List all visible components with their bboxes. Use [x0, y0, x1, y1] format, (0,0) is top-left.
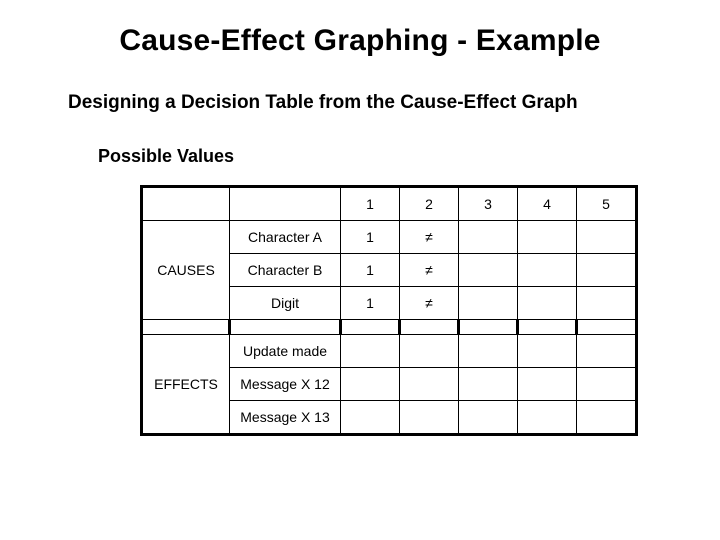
- cell: [459, 287, 518, 320]
- cell: [577, 287, 637, 320]
- cell: [459, 221, 518, 254]
- cell: ≠: [400, 221, 459, 254]
- cell: ≠: [400, 254, 459, 287]
- spacer-row: [142, 320, 637, 335]
- col-header: 3: [459, 187, 518, 221]
- cell: [400, 368, 459, 401]
- cell: [341, 368, 400, 401]
- header-blank-label: [230, 187, 341, 221]
- slide: Cause-Effect Graphing - Example Designin…: [0, 0, 720, 540]
- spacer-cell: [518, 320, 577, 335]
- decision-table: 1 2 3 4 5 CAUSES Character A 1 ≠ Charact…: [140, 185, 638, 436]
- table-row: EFFECTS Update made: [142, 335, 637, 368]
- cell: [518, 368, 577, 401]
- cell: [518, 401, 577, 435]
- cause-label: Character A: [230, 221, 341, 254]
- table-header-row: 1 2 3 4 5: [142, 187, 637, 221]
- cell: [459, 254, 518, 287]
- cell: [518, 287, 577, 320]
- cell: [341, 401, 400, 435]
- cell: [341, 335, 400, 368]
- cell: [577, 221, 637, 254]
- cell: [518, 254, 577, 287]
- effect-label: Message X 13: [230, 401, 341, 435]
- cell: [400, 335, 459, 368]
- col-header: 2: [400, 187, 459, 221]
- cell: [577, 401, 637, 435]
- cause-label: Character B: [230, 254, 341, 287]
- slide-title: Cause-Effect Graphing - Example: [40, 24, 680, 58]
- spacer-cell: [459, 320, 518, 335]
- cell: 1: [341, 221, 400, 254]
- cell: 1: [341, 254, 400, 287]
- col-header: 4: [518, 187, 577, 221]
- cell: [459, 401, 518, 435]
- spacer-cell: [400, 320, 459, 335]
- effect-label: Update made: [230, 335, 341, 368]
- col-header: 1: [341, 187, 400, 221]
- cell: [577, 254, 637, 287]
- spacer-cell: [577, 320, 637, 335]
- cell: [459, 368, 518, 401]
- spacer-cell: [142, 320, 230, 335]
- decision-table-wrap: 1 2 3 4 5 CAUSES Character A 1 ≠ Charact…: [140, 185, 680, 436]
- cell: [400, 401, 459, 435]
- effects-group-cell: EFFECTS: [142, 335, 230, 435]
- cell: [459, 335, 518, 368]
- cell: ≠: [400, 287, 459, 320]
- cell: [577, 335, 637, 368]
- slide-subtitle: Designing a Decision Table from the Caus…: [68, 92, 680, 114]
- cell: [518, 335, 577, 368]
- cause-label: Digit: [230, 287, 341, 320]
- cell: 1: [341, 287, 400, 320]
- effect-label: Message X 12: [230, 368, 341, 401]
- table-row: CAUSES Character A 1 ≠: [142, 221, 637, 254]
- cell: [518, 221, 577, 254]
- col-header: 5: [577, 187, 637, 221]
- header-blank-group: [142, 187, 230, 221]
- section-heading: Possible Values: [98, 146, 680, 167]
- spacer-cell: [341, 320, 400, 335]
- spacer-cell: [230, 320, 341, 335]
- cell: [577, 368, 637, 401]
- causes-group-cell: CAUSES: [142, 221, 230, 320]
